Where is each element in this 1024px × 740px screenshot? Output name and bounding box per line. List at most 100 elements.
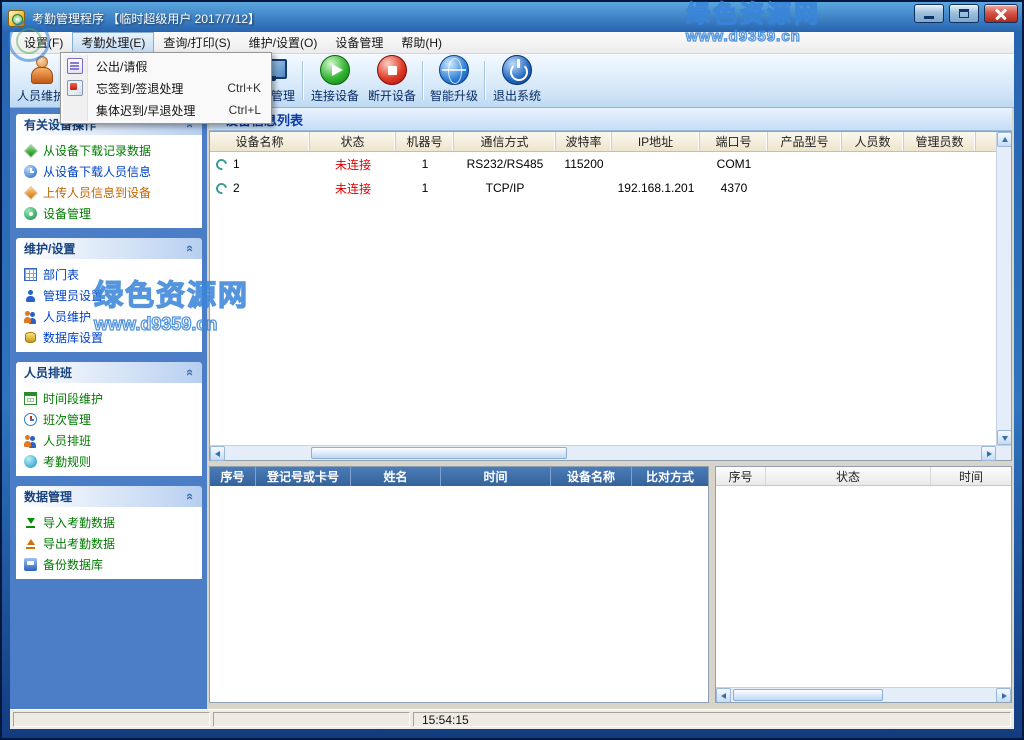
dropdown-item-group-late-early[interactable]: 集体迟到/早退处理 Ctrl+L: [61, 99, 271, 121]
column-header-machine-no[interactable]: 机器号: [396, 132, 454, 151]
group-title: 维护/设置: [24, 240, 75, 257]
title-bar[interactable]: 考勤管理程序 【临时超级用户 2017/7/12】: [8, 6, 1016, 30]
sign-correction-icon: [67, 80, 83, 96]
realtime-table-header: 序号 登记号或卡号 姓名 时间 设备名称 比对方式: [210, 467, 708, 486]
device-horizontal-scrollbar[interactable]: [210, 445, 1011, 460]
scroll-right-icon[interactable]: [996, 688, 1011, 703]
toolbar-separator: [422, 61, 423, 100]
realtime-records-panel: 序号 登记号或卡号 姓名 时间 设备名称 比对方式: [209, 466, 709, 703]
column-header-ip-address[interactable]: IP地址: [612, 132, 700, 151]
scroll-left-icon[interactable]: [210, 446, 225, 461]
sidebar-item-download-personnel[interactable]: 从设备下载人员信息: [21, 161, 199, 182]
sidebar-item-download-records[interactable]: 从设备下载记录数据: [21, 140, 199, 161]
person-icon: [26, 55, 56, 85]
device-vertical-scrollbar[interactable]: [996, 132, 1011, 445]
group-header-maintenance[interactable]: 维护/设置: [16, 238, 202, 259]
sidebar-item-time-period[interactable]: 时间段维护: [21, 388, 199, 409]
sidebar-item-personnel-schedule[interactable]: 人员排班: [21, 430, 199, 451]
column-header-name[interactable]: 姓名: [351, 467, 441, 486]
sidebar-item-device-manage[interactable]: 设备管理: [21, 203, 199, 224]
sidebar-item-shift-management[interactable]: 班次管理: [21, 409, 199, 430]
column-header-filler: [976, 132, 996, 151]
menu-settings[interactable]: 设置(F): [15, 32, 72, 53]
scroll-right-icon[interactable]: [981, 446, 996, 461]
toolbar-disconnect-button[interactable]: 断开设备: [363, 55, 421, 106]
scrollbar-track[interactable]: [225, 446, 981, 460]
status-table-header: 序号 状态 时间: [716, 467, 1011, 486]
realtime-table-body: [210, 486, 708, 702]
sidebar-item-department-table[interactable]: 部门表: [21, 264, 199, 285]
close-button[interactable]: [984, 4, 1018, 23]
column-header-personnel-count[interactable]: 人员数: [842, 132, 904, 151]
column-header-device-name[interactable]: 设备名称: [551, 467, 632, 486]
device-comm-cell: RS232/RS485: [454, 157, 556, 171]
device-table-row[interactable]: 1 未连接 1 RS232/RS485 115200 COM1: [210, 152, 996, 176]
dropdown-item-leave-request[interactable]: 公出/请假: [61, 55, 271, 77]
sidebar-item-upload-personnel[interactable]: 上传人员信息到设备: [21, 182, 199, 203]
sidebar-group-device-operations: 有关设备操作 从设备下载记录数据 从设备下载人员信息: [16, 114, 202, 228]
status-horizontal-scrollbar[interactable]: [716, 687, 1011, 702]
column-header-admin-count[interactable]: 管理员数: [904, 132, 976, 151]
scrollbar-thumb[interactable]: [311, 447, 567, 459]
column-header-product-model[interactable]: 产品型号: [768, 132, 842, 151]
sidebar-item-database-settings[interactable]: 数据库设置: [21, 327, 199, 348]
scrollbar-thumb[interactable]: [733, 689, 883, 701]
column-header-comm-mode[interactable]: 通信方式: [454, 132, 556, 151]
scroll-left-icon[interactable]: [716, 688, 731, 703]
group-body: 时间段维护 班次管理 人员排班 考勤规则: [16, 383, 202, 476]
sidebar-group-maintenance: 维护/设置 部门表 管理员设置: [16, 238, 202, 352]
scrollbar-track[interactable]: [731, 688, 996, 702]
content-right: 设备信息列表 设备名称 状态 机器号 通信方式 波特率 IP地址: [207, 108, 1014, 709]
column-header-seq[interactable]: 序号: [716, 467, 766, 485]
column-header-verify-mode[interactable]: 比对方式: [632, 467, 708, 486]
column-header-time[interactable]: 时间: [441, 467, 551, 486]
device-machine-cell: 1: [396, 157, 454, 171]
menu-help[interactable]: 帮助(H): [392, 32, 451, 53]
toolbar-upgrade-button[interactable]: 智能升级: [425, 55, 483, 106]
column-header-device-name[interactable]: 设备名称: [210, 132, 310, 151]
statusbar-section: 15:54:15: [413, 712, 1011, 727]
collapse-chevron-icon: [184, 493, 197, 500]
attendance-processing-dropdown: 公出/请假 忘签到/签退处理 Ctrl+K 集体迟到/早退处理 Ctrl+L: [60, 52, 272, 124]
menu-maintenance-settings[interactable]: 维护/设置(O): [240, 32, 327, 53]
toolbar-separator: [302, 61, 303, 100]
sidebar-item-attendance-rules[interactable]: 考勤规则: [21, 451, 199, 472]
menu-attendance-processing[interactable]: 考勤处理(E): [72, 32, 154, 53]
disconnect-stop-icon: [377, 55, 407, 85]
schedule-people-icon: [24, 434, 37, 447]
group-header-scheduling[interactable]: 人员排班: [16, 362, 202, 383]
device-name-cell: 2: [233, 181, 240, 195]
sidebar-item-admin-settings[interactable]: 管理员设置: [21, 285, 199, 306]
status-log-panel: 序号 状态 时间: [715, 466, 1012, 703]
menu-device-management[interactable]: 设备管理: [326, 32, 392, 53]
group-body: 从设备下载记录数据 从设备下载人员信息 上传人员信息到设备 设备管理: [16, 135, 202, 228]
group-header-data-management[interactable]: 数据管理: [16, 486, 202, 507]
device-baud-cell: 115200: [556, 157, 612, 171]
column-header-status[interactable]: 状态: [310, 132, 396, 151]
toolbar-exit-button[interactable]: 退出系统: [488, 55, 546, 106]
sidebar: 有关设备操作 从设备下载记录数据 从设备下载人员信息: [10, 108, 207, 709]
toolbar-connect-button[interactable]: 连接设备: [306, 55, 364, 106]
column-header-status[interactable]: 状态: [766, 467, 931, 485]
sidebar-item-personnel-maintenance[interactable]: 人员维护: [21, 306, 199, 327]
download-records-icon: [24, 144, 37, 157]
device-list-caption: 设备信息列表: [209, 108, 1012, 131]
column-header-badge-no[interactable]: 登记号或卡号: [256, 467, 351, 486]
column-header-port[interactable]: 端口号: [700, 132, 768, 151]
minimize-button[interactable]: [914, 4, 944, 23]
sidebar-item-backup-database[interactable]: 备份数据库: [21, 554, 199, 575]
menu-query-print[interactable]: 查询/打印(S): [154, 32, 239, 53]
column-header-time[interactable]: 时间: [931, 467, 1011, 485]
maximize-button[interactable]: [949, 4, 979, 23]
scroll-up-icon[interactable]: [997, 132, 1011, 147]
sidebar-item-import-data[interactable]: 导入考勤数据: [21, 512, 199, 533]
dropdown-item-forgot-sign[interactable]: 忘签到/签退处理 Ctrl+K: [61, 77, 271, 99]
sidebar-item-export-data[interactable]: 导出考勤数据: [21, 533, 199, 554]
device-table-row[interactable]: 2 未连接 1 TCP/IP 192.168.1.201 4370: [210, 176, 996, 200]
column-header-seq[interactable]: 序号: [210, 467, 256, 486]
column-header-baud-rate[interactable]: 波特率: [556, 132, 612, 151]
scroll-down-icon[interactable]: [997, 430, 1011, 445]
time-period-icon: [24, 392, 37, 405]
maximize-icon: [959, 9, 969, 18]
menu-bar: 设置(F) 考勤处理(E) 查询/打印(S) 维护/设置(O) 设备管理 帮助(…: [10, 32, 1014, 54]
